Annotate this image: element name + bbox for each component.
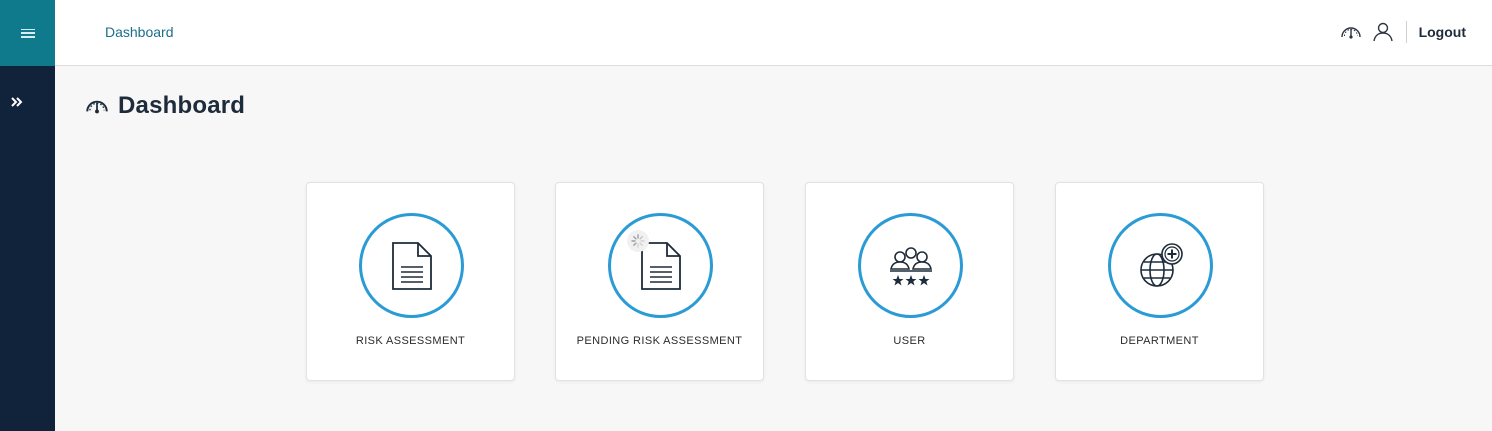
- header-divider: [1405, 21, 1407, 43]
- card-icon-circle: [858, 213, 963, 318]
- card-risk-assessment[interactable]: RISK ASSESSMENT: [306, 182, 515, 381]
- dashboard-gauge-icon: [84, 93, 110, 119]
- sidebar: [0, 0, 55, 431]
- double-chevron-right-icon: [11, 97, 23, 107]
- card-label: PENDING RISK ASSESSMENT: [576, 335, 743, 347]
- card-icon-circle: [1108, 213, 1213, 318]
- page-title-text: Dashboard: [118, 92, 246, 119]
- menu-toggle-button[interactable]: [0, 0, 55, 66]
- page-title: Dashboard: [84, 92, 245, 120]
- header-actions: Logout: [1332, 18, 1466, 46]
- users-rating-icon: [889, 246, 932, 285]
- card-label: USER: [893, 335, 926, 347]
- hamburger-icon: [20, 28, 35, 38]
- card-department[interactable]: DEPARTMENT: [1055, 182, 1264, 381]
- logout-button[interactable]: Logout: [1419, 24, 1466, 40]
- breadcrumb[interactable]: Dashboard: [105, 24, 174, 40]
- globe-plus-icon: [1139, 242, 1183, 287]
- card-icon-circle: [359, 213, 464, 318]
- dashboard-gauge-icon[interactable]: [1338, 19, 1364, 45]
- sidebar-expand-button[interactable]: [0, 88, 55, 116]
- card-pending-risk-assessment[interactable]: PENDING RISK ASSESSMENT: [555, 182, 764, 381]
- card-label: DEPARTMENT: [1120, 335, 1199, 347]
- card-label: RISK ASSESSMENT: [355, 335, 466, 347]
- card-user[interactable]: USER: [805, 182, 1014, 381]
- card-icon-circle: [608, 213, 713, 318]
- user-icon[interactable]: [1370, 19, 1396, 45]
- loading-spinner-icon: [627, 230, 649, 252]
- document-icon: [391, 241, 432, 290]
- top-header: Dashboard Logout: [55, 0, 1492, 66]
